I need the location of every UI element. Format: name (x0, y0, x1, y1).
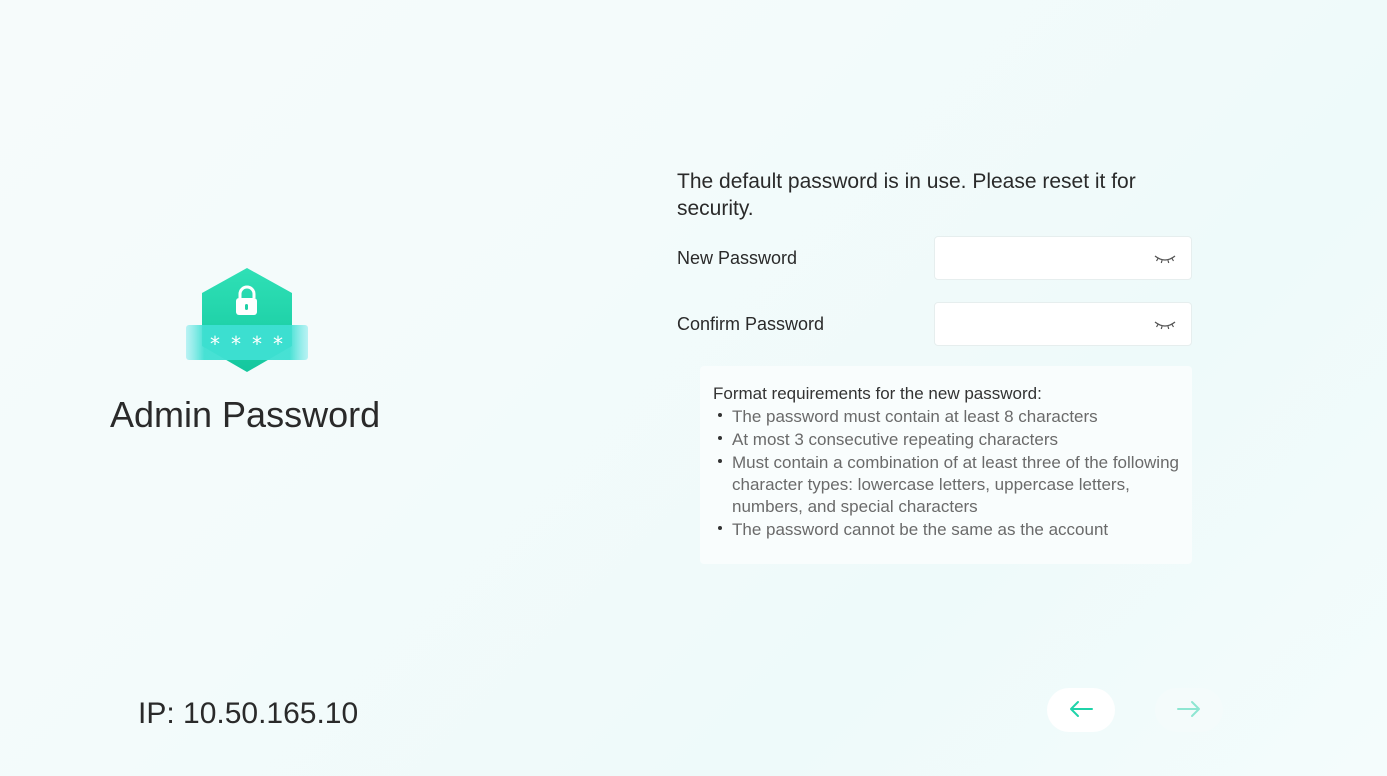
back-button[interactable] (1047, 688, 1115, 732)
confirm-password-label: Confirm Password (677, 314, 825, 334)
requirements-list: The password must contain at least 8 cha… (713, 406, 1192, 541)
svg-text:*: * (273, 332, 283, 356)
requirements-box: Format requirements for the new password… (700, 366, 1192, 564)
requirement-item: Must contain a combination of at least t… (713, 452, 1192, 518)
confirm-password-field-box (934, 302, 1192, 346)
password-form: The default password is in use. Please r… (677, 168, 1197, 346)
confirm-password-input[interactable] (935, 303, 1145, 345)
arrow-left-icon (1068, 700, 1094, 721)
shield-lock-icon: * * * * (186, 266, 308, 374)
eye-closed-icon[interactable] (1153, 250, 1177, 266)
new-password-label: New Password (677, 248, 798, 268)
new-password-field-box (934, 236, 1192, 280)
requirement-item: At most 3 consecutive repeating characte… (713, 429, 1192, 451)
left-panel: * * * * Admin Password IP: 10.50.165.10 (0, 0, 500, 776)
next-button[interactable] (1155, 688, 1223, 732)
new-password-row: New Password (677, 236, 1197, 280)
svg-text:*: * (231, 332, 241, 356)
page-title: Admin Password (110, 394, 381, 435)
eye-closed-icon[interactable] (1153, 316, 1177, 332)
requirement-item: The password cannot be the same as the a… (713, 519, 1192, 541)
ip-address: IP: 10.50.165.10 (138, 697, 359, 730)
confirm-password-row: Confirm Password (677, 302, 1197, 346)
security-notice: The default password is in use. Please r… (677, 170, 1136, 220)
svg-text:*: * (210, 332, 220, 356)
new-password-input[interactable] (935, 237, 1145, 279)
arrow-right-icon (1176, 700, 1202, 721)
requirement-item: The password must contain at least 8 cha… (713, 406, 1192, 428)
requirements-title: Format requirements for the new password… (713, 384, 1042, 403)
svg-text:*: * (252, 332, 262, 356)
